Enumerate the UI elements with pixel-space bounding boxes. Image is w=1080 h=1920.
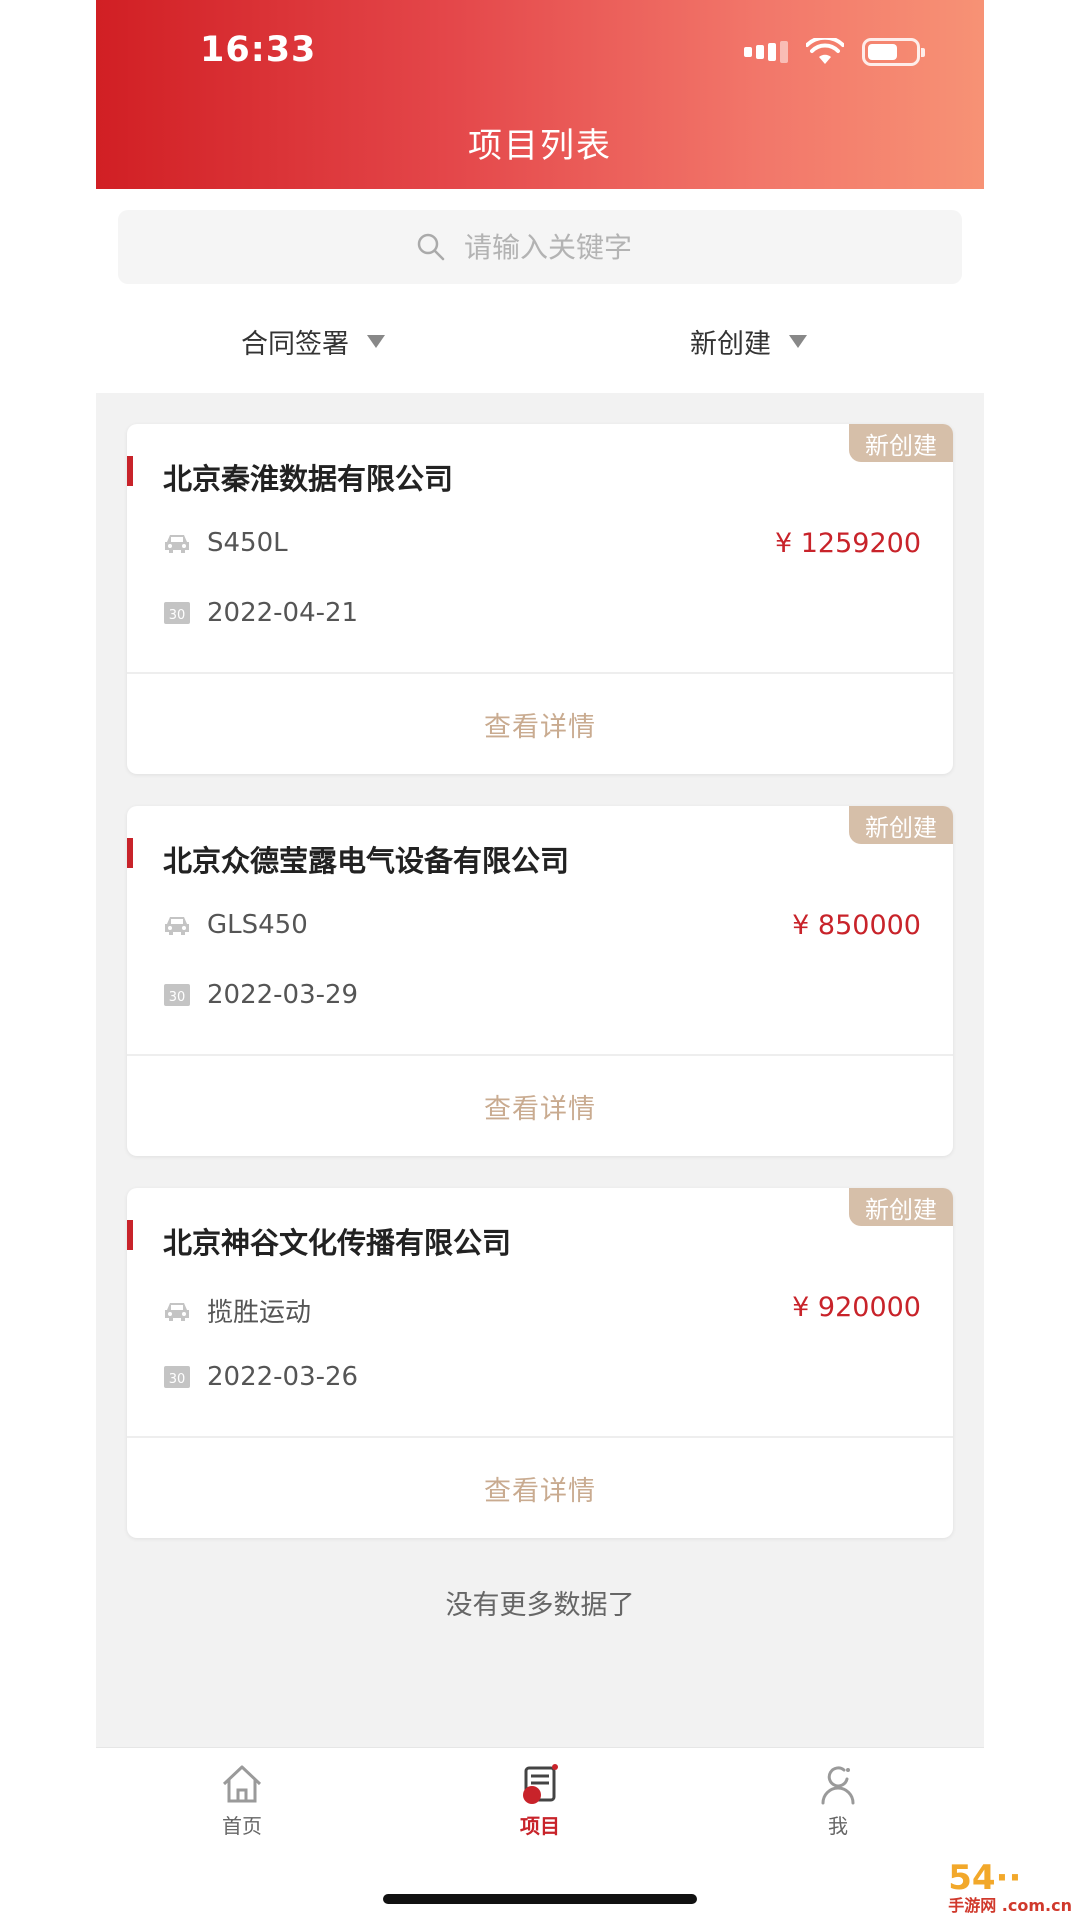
- project-price: ¥ 850000: [792, 910, 921, 941]
- car-model: GLS450: [207, 910, 308, 940]
- view-details-button[interactable]: 查看详情: [127, 674, 953, 774]
- svg-text:30: 30: [169, 1372, 186, 1387]
- dropdown-triangle-icon: [367, 334, 385, 348]
- header: 16:33 项目列表: [96, 0, 984, 189]
- project-date: 2022-04-21: [207, 598, 359, 628]
- view-details-button[interactable]: 查看详情: [127, 1056, 953, 1156]
- project-price: ¥ 1259200: [774, 528, 921, 559]
- project-list[interactable]: 新创建 北京秦淮数据有限公司 S450L ¥ 1259200 30 2022-0…: [96, 393, 984, 1747]
- project-icon: [523, 1764, 558, 1804]
- calendar-icon: 30: [164, 1366, 190, 1388]
- filter-creation-status[interactable]: 新创建: [690, 318, 807, 364]
- watermark-logo: 54·· 手游网 .com.cn: [948, 1858, 1072, 1914]
- filter-label: 新创建: [690, 328, 771, 360]
- search-bar[interactable]: [118, 210, 962, 284]
- user-icon: [821, 1766, 855, 1805]
- car-model: S450L: [207, 528, 288, 558]
- watermark-subtext: 手游网 .com.cn: [948, 1896, 1072, 1915]
- tab-label: 项目: [520, 1814, 560, 1838]
- search-icon: [417, 233, 445, 261]
- accent-bar: [127, 1220, 133, 1250]
- svg-text:30: 30: [169, 608, 186, 623]
- page-title: 项目列表: [468, 126, 612, 166]
- list-end-message: 没有更多数据了: [445, 1590, 635, 1621]
- car-icon: [165, 917, 189, 935]
- view-details-button[interactable]: 查看详情: [127, 1438, 953, 1538]
- project-card[interactable]: 新创建 北京秦淮数据有限公司 S450L ¥ 1259200 30 2022-0…: [127, 424, 953, 774]
- status-time: 16:33: [200, 30, 317, 70]
- project-card[interactable]: 新创建 北京神谷文化传播有限公司 揽胜运动 ¥ 920000 30 2022-0…: [127, 1188, 953, 1538]
- status-icons: [744, 36, 925, 68]
- project-price: ¥ 920000: [792, 1292, 921, 1323]
- car-model: 揽胜运动: [207, 1298, 312, 1328]
- tab-me[interactable]: 我: [778, 1762, 898, 1839]
- project-date: 2022-03-26: [207, 1362, 359, 1392]
- model-row: S450L: [163, 528, 288, 558]
- home-icon: [222, 1765, 262, 1803]
- status-badge: 新创建: [849, 424, 953, 462]
- tab-projects[interactable]: 项目: [480, 1762, 600, 1839]
- search-input[interactable]: [464, 230, 664, 264]
- model-row: 揽胜运动: [163, 1292, 311, 1329]
- company-name: 北京众德莹露电气设备有限公司: [163, 844, 570, 878]
- home-indicator[interactable]: [383, 1894, 697, 1904]
- svg-text:30: 30: [169, 990, 186, 1005]
- project-date: 2022-03-29: [207, 980, 359, 1010]
- status-badge: 新创建: [849, 806, 953, 844]
- tab-home[interactable]: 首页: [182, 1762, 302, 1839]
- company-name: 北京秦淮数据有限公司: [163, 462, 454, 496]
- tab-label: 我: [828, 1814, 848, 1838]
- model-row: GLS450: [163, 910, 308, 940]
- calendar-icon: 30: [164, 984, 190, 1006]
- phone-screen: 16:33 项目列表 合同签署 新创建: [96, 0, 984, 1920]
- tab-label: 首页: [222, 1814, 262, 1838]
- accent-bar: [127, 456, 133, 486]
- calendar-icon: 30: [164, 602, 190, 624]
- battery-icon: [862, 38, 925, 66]
- car-icon: [165, 535, 189, 553]
- filter-contract-status[interactable]: 合同签署: [241, 318, 385, 364]
- dropdown-triangle-icon: [789, 334, 807, 348]
- car-icon: [165, 1302, 189, 1321]
- date-row: 30 2022-04-21: [163, 598, 358, 628]
- filter-label: 合同签署: [241, 328, 349, 360]
- date-row: 30 2022-03-29: [163, 980, 358, 1010]
- watermark-text: 54··: [948, 1858, 1022, 1898]
- company-name: 北京神谷文化传播有限公司: [163, 1226, 512, 1260]
- project-card[interactable]: 新创建 北京众德莹露电气设备有限公司 GLS450 ¥ 850000 30 20…: [127, 806, 953, 1156]
- accent-bar: [127, 838, 133, 868]
- wifi-icon: [806, 38, 844, 64]
- date-row: 30 2022-03-26: [163, 1362, 358, 1392]
- cellular-signal-icon: [744, 41, 788, 63]
- status-badge: 新创建: [849, 1188, 953, 1226]
